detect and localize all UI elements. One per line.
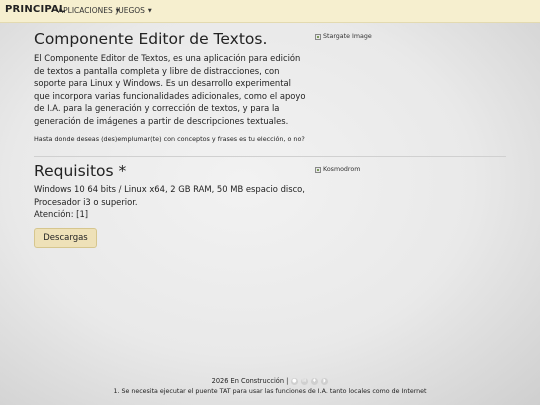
nav-dropdown-aplicaciones[interactable]: APLICACIONES ▼ <box>58 6 120 15</box>
requirements-specs: Windows 10 64 bits / Linux x64, 2 GB RAM… <box>34 184 305 207</box>
download-button[interactable]: Descargas <box>34 228 97 248</box>
chevron-down-icon: ▼ <box>147 7 152 14</box>
kosmodrom-image-alt: Kosmodrom <box>323 166 361 173</box>
stargate-image: Stargate Image <box>315 33 372 40</box>
mail-icon[interactable]: ✉ <box>300 377 308 385</box>
editor-section-question: Hasta donde deseas (des)emplumar(te) con… <box>34 134 305 143</box>
nav-brand-principal[interactable]: PRINCIPAL <box>5 4 66 15</box>
editor-section-title: Componente Editor de Textos. <box>34 30 268 48</box>
requirements-attention[interactable]: Atención: [1] <box>34 208 306 221</box>
footer-footnote: 1. Se necesita ejecutar el puente TAT pa… <box>113 388 427 395</box>
footer-status-line: 2026 En Construcción | ● ✉ ♦ ◗ <box>0 377 540 385</box>
requirements-section: Requisitos * Windows 10 64 bits / Linux … <box>34 162 306 221</box>
section-divider <box>34 156 506 157</box>
nav-dropdown-juegos-label: JUEGOS <box>116 6 145 15</box>
requirements-title: Requisitos * <box>34 162 127 180</box>
footer-status: 2026 En Construcción | <box>211 377 289 385</box>
kosmodrom-image: Kosmodrom <box>315 166 360 173</box>
stargate-image-alt: Stargate Image <box>323 33 372 40</box>
broken-image-icon <box>315 33 321 40</box>
rss-icon[interactable]: ◗ <box>320 377 328 385</box>
editor-section: Componente Editor de Textos. El Componen… <box>34 30 306 143</box>
nav-dropdown-aplicaciones-label: APLICACIONES <box>58 6 113 15</box>
editor-section-description: El Componente Editor de Textos, es una a… <box>34 53 306 126</box>
broken-image-icon <box>315 166 321 173</box>
github-icon[interactable]: ● <box>290 377 298 385</box>
twitter-icon[interactable]: ♦ <box>310 377 318 385</box>
top-navbar: PRINCIPAL APLICACIONES ▼ JUEGOS ▼ <box>0 0 540 23</box>
nav-dropdown-juegos[interactable]: JUEGOS ▼ <box>116 6 152 15</box>
